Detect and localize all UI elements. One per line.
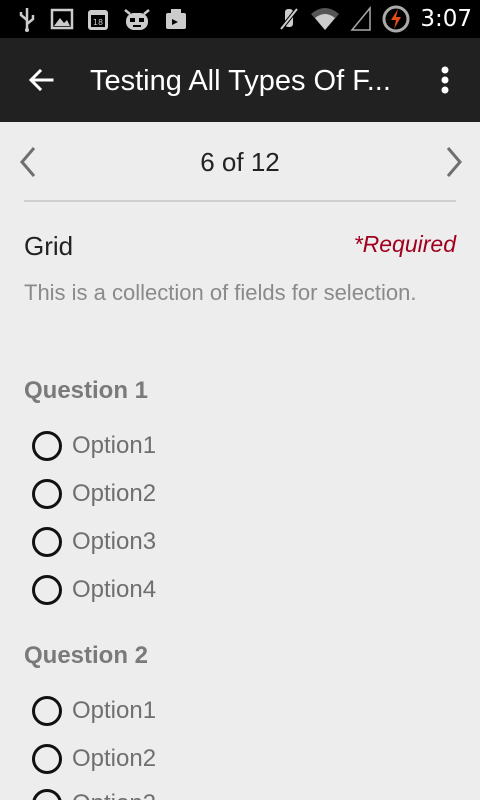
page-title: Testing All Types Of F...	[90, 65, 391, 97]
radio-option-label: Option4	[72, 576, 157, 603]
radio-option[interactable]: Option1	[32, 691, 156, 731]
radio-option[interactable]: Option3	[32, 522, 156, 562]
action-bar: Testing All Types Of F...	[0, 38, 480, 122]
mute-icon	[278, 5, 300, 33]
overflow-menu-button[interactable]	[430, 60, 460, 100]
radio-option[interactable]: Option3	[32, 784, 156, 800]
radio-option-label: Option2	[72, 480, 157, 507]
svg-text:18: 18	[93, 18, 103, 27]
arrow-left-icon	[28, 68, 54, 92]
radio-button[interactable]	[32, 789, 62, 800]
radio-option[interactable]: Option2	[32, 739, 156, 779]
wifi-icon	[310, 6, 340, 32]
page-navigator: 6 of 12	[0, 122, 480, 202]
radio-option-label: Option3	[72, 528, 157, 555]
radio-button[interactable]	[32, 575, 62, 605]
radio-option[interactable]: Option2	[32, 474, 156, 514]
page-indicator: 6 of 12	[200, 147, 280, 177]
clock: 3:07	[420, 6, 472, 32]
download-icon	[164, 7, 188, 31]
field-description: This is a collection of fields for selec…	[24, 280, 417, 305]
radio-button[interactable]	[32, 744, 62, 774]
notification-icons: 18	[16, 6, 188, 32]
radio-option-label: Option1	[72, 697, 157, 724]
image-icon	[50, 7, 74, 31]
radio-option-label: Option1	[72, 432, 157, 459]
field-title: Grid	[24, 231, 74, 261]
form-content[interactable]: 6 of 12 Grid *Required This is a collect…	[0, 122, 480, 800]
radio-button[interactable]	[32, 479, 62, 509]
status-bar: 18 3:07	[0, 0, 480, 38]
radio-option[interactable]: Option4	[32, 570, 156, 610]
chevron-right-icon	[446, 147, 462, 177]
calendar-icon: 18	[86, 6, 110, 32]
system-icons: 3:07	[278, 4, 472, 34]
required-label: *Required	[353, 231, 456, 257]
question-label: Question 2	[24, 642, 149, 669]
battery-charging-icon	[382, 5, 410, 33]
radio-button[interactable]	[32, 696, 62, 726]
radio-option-label: Option3	[72, 789, 156, 800]
more-vert-icon	[441, 66, 449, 94]
next-page-button[interactable]	[440, 142, 468, 182]
radio-option[interactable]: Option1	[32, 426, 156, 466]
usb-icon	[16, 6, 38, 32]
signal-icon	[350, 6, 372, 32]
divider	[24, 200, 456, 202]
radio-option-label: Option2	[72, 745, 157, 772]
radio-button[interactable]	[32, 527, 62, 557]
question-label: Question 1	[24, 377, 149, 404]
back-button[interactable]	[22, 60, 62, 100]
android-icon	[122, 6, 152, 32]
radio-button[interactable]	[32, 431, 62, 461]
